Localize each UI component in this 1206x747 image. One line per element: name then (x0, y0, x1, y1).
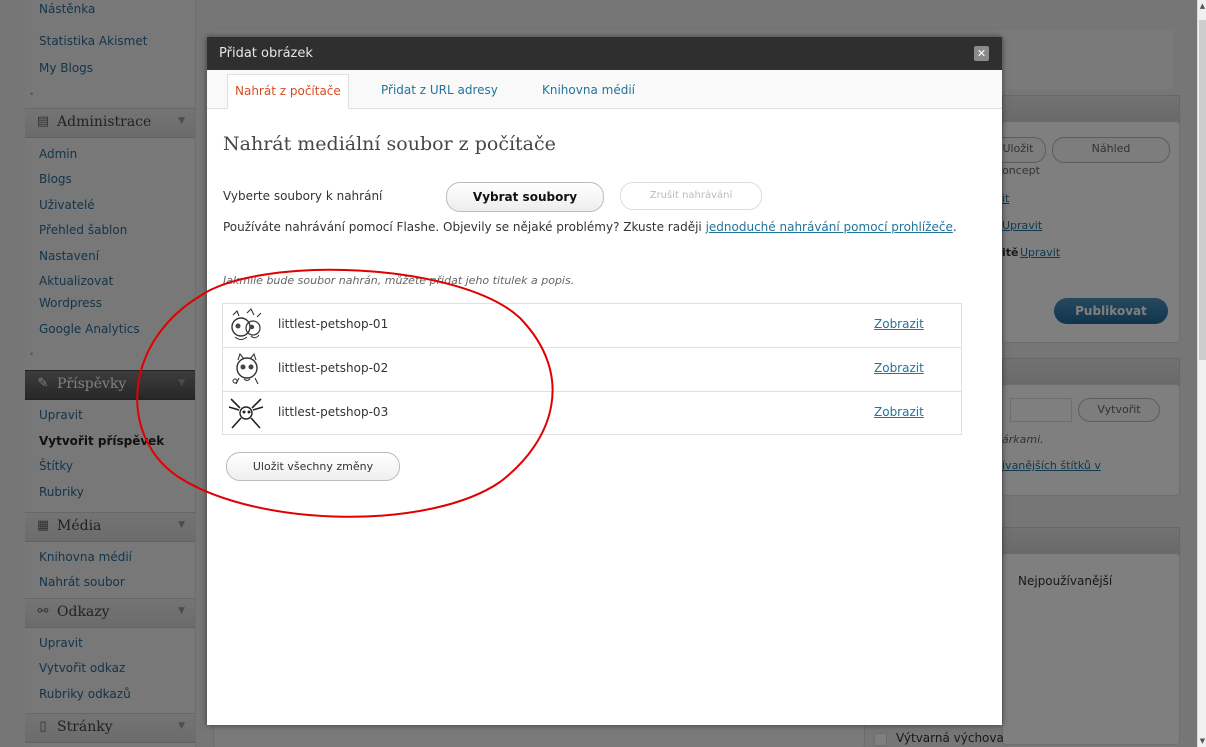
dialog-heading: Nahrát mediální soubor z počítače (223, 133, 556, 155)
upload-tabs: Nahrát z počítače Přidat z URL adresy Kn… (207, 70, 1002, 109)
uploaded-files-list: littlest-petshop-01 Zobrazit littlest-pe… (222, 303, 962, 435)
show-file-link[interactable]: Zobrazit (874, 317, 924, 331)
list-item[interactable]: littlest-petshop-01 Zobrazit (223, 304, 961, 348)
scroll-thumb[interactable] (1199, 20, 1206, 360)
select-files-button[interactable]: Vybrat soubory (446, 182, 604, 212)
tab-from-url[interactable]: Přidat z URL adresy (381, 74, 498, 107)
scroll-down-icon[interactable]: ▼ (1198, 735, 1206, 747)
thumbnail-image (232, 352, 259, 385)
flash-notice-end: . (952, 220, 957, 234)
tab-media-library[interactable]: Knihovna médií (542, 74, 635, 107)
list-item[interactable]: littlest-petshop-03 Zobrazit (223, 392, 961, 435)
tab-upload-from-computer[interactable]: Nahrát z počítače (227, 74, 349, 109)
flash-notice-text: Používáte nahrávání pomocí Flashe. Objev… (223, 220, 706, 234)
show-file-link[interactable]: Zobrazit (874, 361, 924, 375)
save-all-changes-button[interactable]: Uložit všechny změny (226, 452, 400, 481)
thumbnail-image (231, 308, 262, 340)
file-name: littlest-petshop-02 (278, 361, 389, 375)
show-file-link[interactable]: Zobrazit (874, 405, 924, 419)
thumbnail-image (228, 398, 264, 429)
browser-uploader-link[interactable]: jednoduché nahrávání pomocí prohlížeče (706, 220, 953, 234)
list-item[interactable]: littlest-petshop-02 Zobrazit (223, 348, 961, 392)
flash-uploader-notice: Používáte nahrávání pomocí Flashe. Objev… (223, 219, 963, 235)
scroll-up-icon[interactable]: ▲ (1198, 0, 1206, 12)
wp-admin-page: Nástěnka Statistika Akismet My Blogs • ▤… (0, 0, 1206, 747)
file-name: littlest-petshop-03 (278, 405, 389, 419)
page-scrollbar[interactable]: ▲ ▼ (1197, 0, 1206, 747)
file-name: littlest-petshop-01 (278, 317, 389, 331)
dialog-title-bar: Přidat obrázek ✕ (207, 37, 1002, 70)
select-files-label: Vyberte soubory k nahrání (223, 189, 383, 203)
close-icon[interactable]: ✕ (974, 46, 989, 61)
cancel-upload-button[interactable]: Zrušit nahrávání (620, 182, 762, 210)
dialog-title: Přidat obrázek (219, 46, 313, 61)
add-image-dialog: Přidat obrázek ✕ Nahrát z počítače Přida… (207, 37, 1002, 725)
upload-note: Jakmile bude soubor nahrán, můžete přida… (223, 274, 575, 287)
